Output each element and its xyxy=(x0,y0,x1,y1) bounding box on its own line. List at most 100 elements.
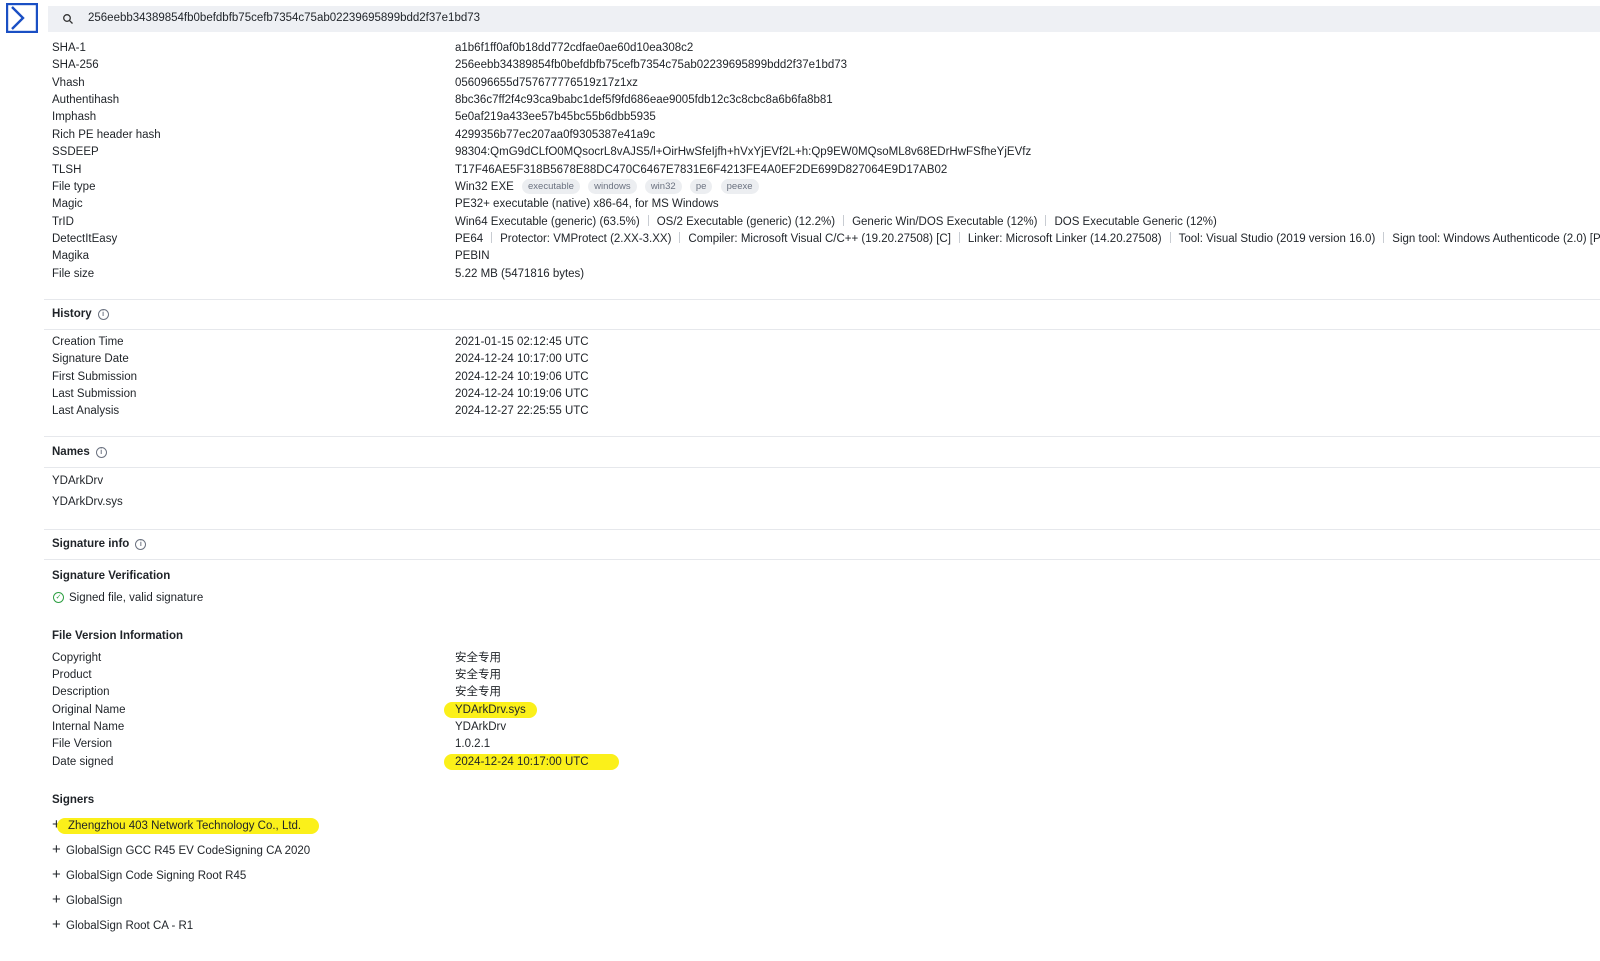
history-value: 2021-01-15 02:12:45 UTC xyxy=(455,336,589,348)
fvi-value: 1.0.2.1 xyxy=(455,738,491,750)
history-value: 2024-12-24 10:17:00 UTC xyxy=(455,353,589,365)
magic-value: PE32+ executable (native) x86-64, for MS… xyxy=(455,198,719,210)
hash-value: 4299356b77ec207aa0f9305387e41a9c xyxy=(455,129,656,141)
hash-value: a1b6f1ff0af0b18dd772cdfae0ae60d10ea308c2 xyxy=(455,42,694,54)
die-item: Tool: Visual Studio (2019 version 16.0) xyxy=(1178,233,1376,245)
search-bar[interactable]: 256eebb34389854fb0befdbfb75cefb7354c75ab… xyxy=(48,6,1600,32)
hash-label: SHA-1 xyxy=(52,42,86,54)
tag-chip[interactable]: windows xyxy=(588,179,637,194)
expand-plus-icon[interactable]: + xyxy=(52,867,66,883)
divider xyxy=(843,215,845,226)
info-icon[interactable]: i xyxy=(135,539,147,550)
fvi-value: 安全专用 xyxy=(455,652,501,664)
history-value: 2024-12-27 22:25:55 UTC xyxy=(455,405,589,417)
signer-item[interactable]: + GlobalSign xyxy=(52,892,122,908)
die-item: PE64 xyxy=(455,233,484,245)
die-label: DetectItEasy xyxy=(52,233,118,245)
die-value: PE64 Protector: VMProtect (2.XX-3.XX) Comp… xyxy=(455,231,1600,247)
tag-chip[interactable]: pe xyxy=(689,179,713,194)
signer-item[interactable]: + GlobalSign GCC R45 EV CodeSigning CA 20… xyxy=(52,842,310,858)
history-label: Last Analysis xyxy=(52,405,120,417)
expand-plus-icon[interactable]: + xyxy=(52,917,66,933)
expand-plus-icon[interactable]: + xyxy=(52,892,66,908)
magic-label: Magic xyxy=(52,198,83,210)
trid-label: TrID xyxy=(52,216,74,228)
file-type-label: File type xyxy=(52,181,96,193)
names-section-title: Names i xyxy=(52,444,107,460)
die-item: Compiler: Microsoft Visual C/C++ (19.20.… xyxy=(688,233,951,245)
signer-item[interactable]: +Zhengzhou 403 Network Technology Co., L… xyxy=(52,817,320,834)
expand-plus-icon[interactable]: + xyxy=(52,842,66,858)
fvi-label: Product xyxy=(52,669,92,681)
divider xyxy=(44,329,1600,330)
hash-label: Imphash xyxy=(52,111,97,123)
history-value: 2024-12-24 10:19:06 UTC xyxy=(455,388,589,400)
divider xyxy=(1169,232,1171,243)
divider xyxy=(1045,215,1047,226)
fvi-label: Date signed xyxy=(52,756,114,768)
tag-chip[interactable]: win32 xyxy=(644,179,682,194)
file-size-label: File size xyxy=(52,268,95,280)
divider xyxy=(44,467,1600,468)
tag-chip[interactable]: executable xyxy=(522,179,580,194)
info-icon[interactable]: i xyxy=(95,447,107,458)
check-circle-icon: ✓ xyxy=(53,592,64,603)
fvi-label: Description xyxy=(52,686,110,698)
hash-value: 256eebb34389854fb0befdbfb75cefb7354c75ab… xyxy=(455,59,848,71)
verification-status: Signed file, valid signature xyxy=(69,592,204,604)
signature-section-title: Signature info i xyxy=(52,536,147,552)
hash-value: 5e0af219a433ee57b45bc55b6dbb5935 xyxy=(455,111,656,123)
die-item: Protector: VMProtect (2.XX-3.XX) xyxy=(500,233,672,245)
history-title: History xyxy=(52,308,92,320)
name-item: YDArkDrv.sys xyxy=(52,496,123,508)
fvi-label: Copyright xyxy=(52,652,102,664)
hash-label: Vhash xyxy=(52,77,85,89)
divider xyxy=(679,232,681,243)
magika-value: PEBIN xyxy=(455,250,490,262)
signer-item[interactable]: + GlobalSign Code Signing Root R45 xyxy=(52,867,246,883)
names-title: Names xyxy=(52,446,90,458)
highlighted-date-signed: 2024-12-24 10:17:00 UTC xyxy=(444,754,619,770)
history-label: First Submission xyxy=(52,371,137,383)
tag-chip[interactable]: peexe xyxy=(720,179,759,194)
signer-name: GlobalSign Root CA - R1 xyxy=(66,920,194,932)
hash-label: Authentihash xyxy=(52,94,120,106)
divider xyxy=(647,215,649,226)
divider xyxy=(491,232,493,243)
divider xyxy=(44,559,1600,560)
signers-heading: Signers xyxy=(52,794,95,806)
search-icon xyxy=(63,14,73,24)
die-item: Linker: Microsoft Linker (14.20.27508) xyxy=(967,233,1162,245)
divider xyxy=(44,529,1600,530)
signer-name: GlobalSign xyxy=(66,895,123,907)
fvi-value: 2024-12-24 10:17:00 UTC xyxy=(444,754,619,770)
fvi-value: YDArkDrv xyxy=(455,721,507,733)
fvi-label: Internal Name xyxy=(52,721,125,733)
search-input[interactable]: 256eebb34389854fb0befdbfb75cefb7354c75ab… xyxy=(88,12,480,24)
hash-value: 8bc36c7ff2f4c93ca9babc1def5f9fd686eae900… xyxy=(455,94,833,106)
file-type-text: Win32 EXE xyxy=(455,181,514,193)
signer-name: Zhengzhou 403 Network Technology Co., Lt… xyxy=(57,818,320,834)
info-icon[interactable]: i xyxy=(97,309,109,320)
highlighted-original-name: YDArkDrv.sys xyxy=(444,702,537,718)
details-panel: SHA-1 a1b6f1ff0af0b18dd772cdfae0ae60d10e… xyxy=(44,38,1600,961)
history-value: 2024-12-24 10:19:06 UTC xyxy=(455,371,589,383)
trid-value: Win64 Executable (generic) (63.5%) OS/2 E… xyxy=(455,214,1217,230)
hash-value: 98304:QmG9dCLfO0MQsocrL8vAJS5/l+OirHwSfe… xyxy=(455,146,1032,158)
file-size-value: 5.22 MB (5471816 bytes) xyxy=(455,268,585,280)
name-item: YDArkDrv xyxy=(52,475,104,487)
divider xyxy=(958,232,960,243)
fvi-label: Original Name xyxy=(52,704,126,716)
fvi-value: 安全专用 xyxy=(455,686,501,698)
magika-label: Magika xyxy=(52,250,90,262)
signer-item[interactable]: + GlobalSign Root CA - R1 xyxy=(52,917,193,933)
hash-label: SHA-256 xyxy=(52,59,99,71)
file-version-info-heading: File Version Information xyxy=(52,630,183,642)
signer-name: GlobalSign GCC R45 EV CodeSigning CA 202… xyxy=(66,845,311,857)
hash-value: T17F46AE5F318B5678E88DC470C6467E7831E6F4… xyxy=(455,164,948,176)
virustotal-logo-icon[interactable] xyxy=(6,3,38,33)
divider xyxy=(44,299,1600,300)
fvi-label: File Version xyxy=(52,738,113,750)
file-type-value: Win32 EXE executable windows win32 pe pe… xyxy=(455,179,759,195)
trid-item: OS/2 Executable (generic) (12.2%) xyxy=(656,216,836,228)
